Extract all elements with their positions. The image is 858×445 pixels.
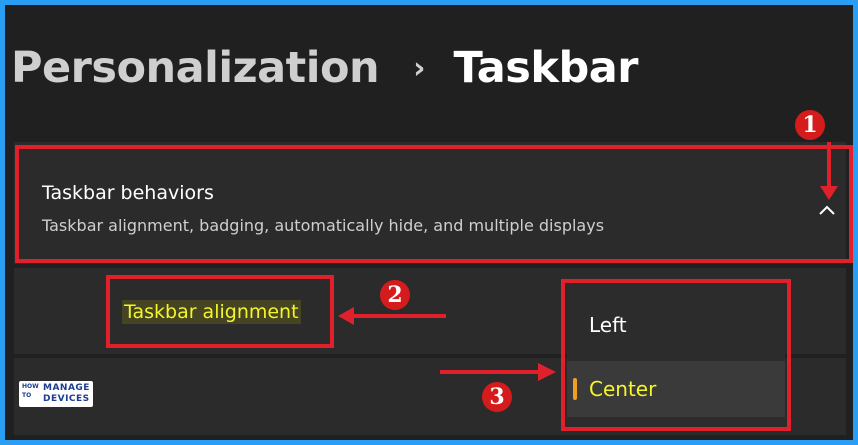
logo-line1: HOW xyxy=(22,383,39,390)
step-3-badge: 3 xyxy=(482,382,512,412)
howtomanagedevices-logo: HOW TO MANAGE DEVICES xyxy=(19,381,93,407)
logo-line4: DEVICES xyxy=(43,394,90,404)
highlight-box-behaviors xyxy=(15,145,853,263)
breadcrumb: Personalization › Taskbar xyxy=(11,33,638,103)
step-1-badge: 1 xyxy=(795,110,825,140)
step-2-badge: 2 xyxy=(380,280,410,310)
breadcrumb-parent[interactable]: Personalization xyxy=(11,43,380,93)
logo-line2: TO xyxy=(22,392,32,399)
page-title: Taskbar xyxy=(453,43,639,93)
highlight-box-alignment xyxy=(106,275,334,348)
logo-line3: MANAGE xyxy=(43,383,90,393)
highlight-box-dropdown xyxy=(561,279,791,431)
breadcrumb-separator-icon: › xyxy=(413,50,426,86)
